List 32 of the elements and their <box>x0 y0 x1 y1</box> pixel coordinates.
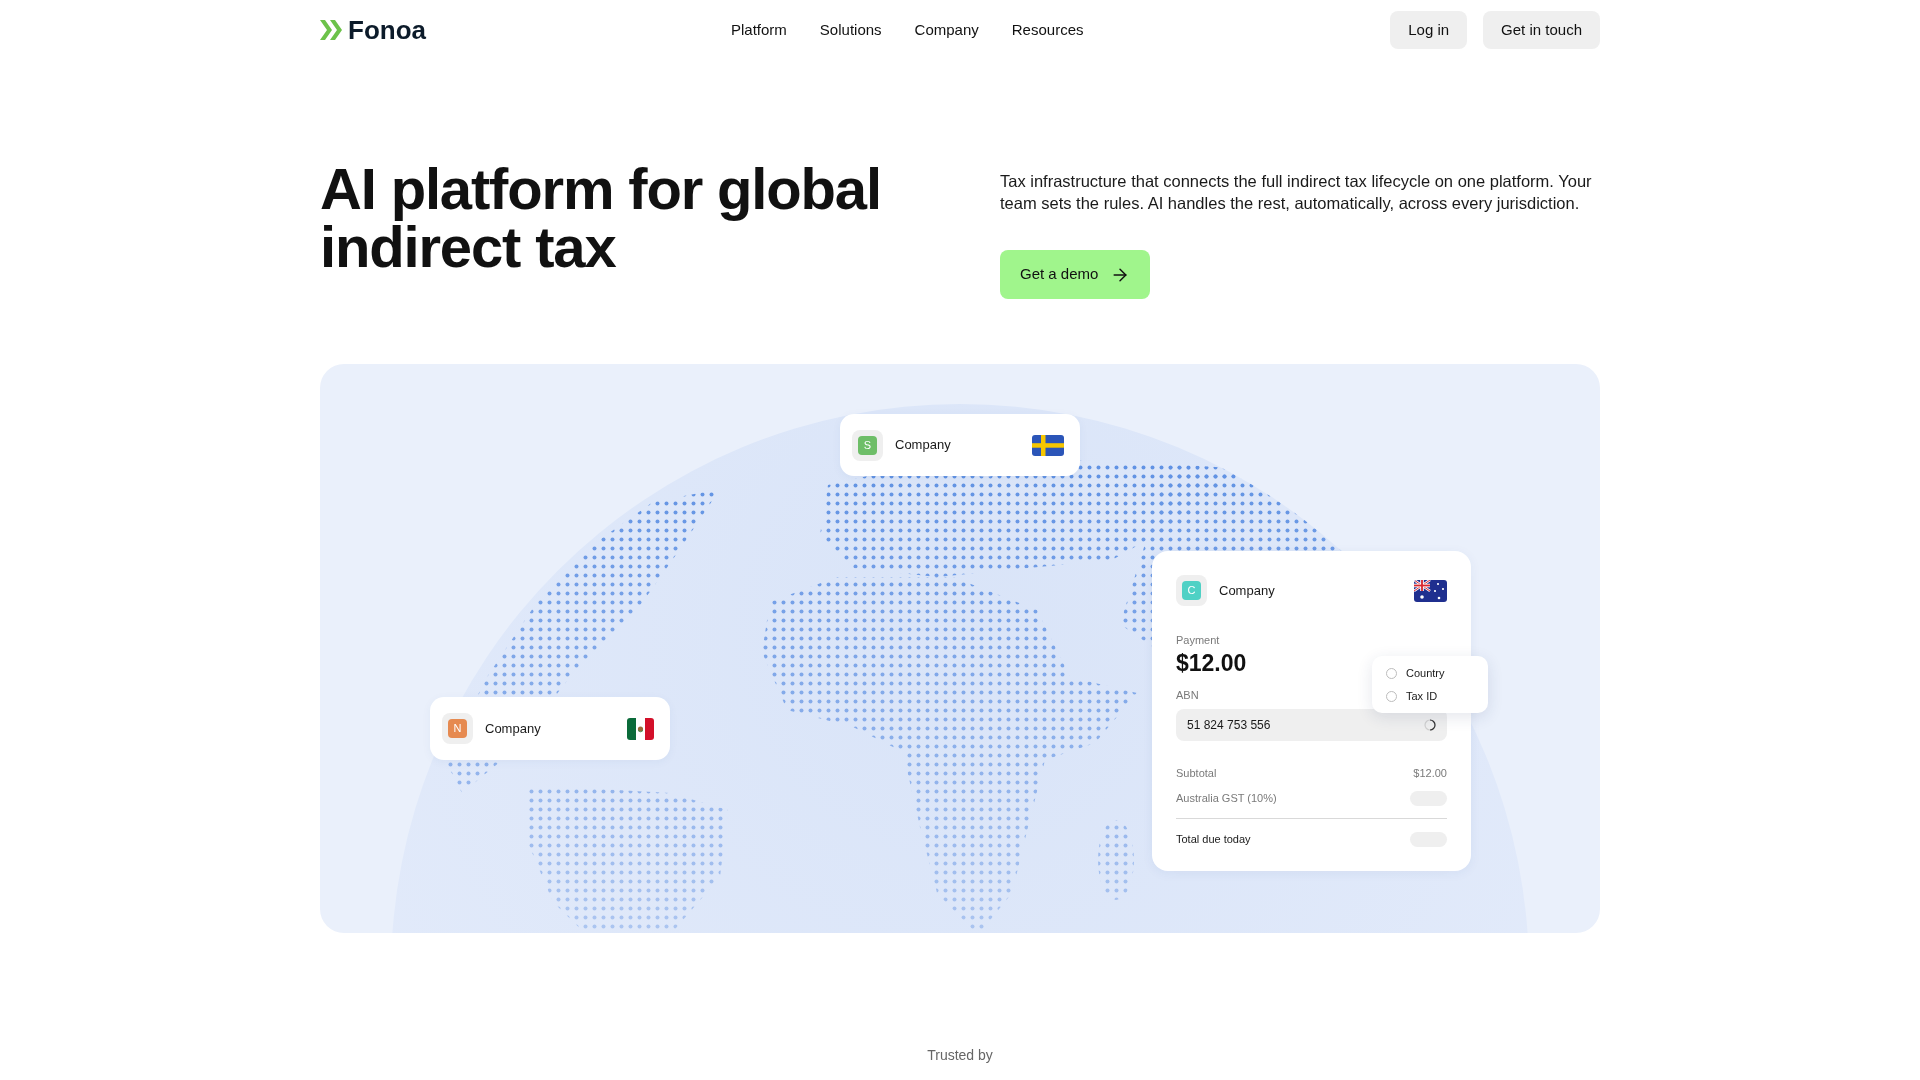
radio-option[interactable]: Tax ID <box>1386 689 1474 703</box>
payment-amount: $12.00 <box>1176 649 1247 677</box>
header-button[interactable]: Get in touch <box>1483 11 1600 49</box>
company-avatar: N <box>448 719 467 738</box>
abn-label: ABN <box>1176 688 1199 702</box>
nav-link[interactable]: Resources <box>1011 18 1084 42</box>
total-label: Total due today <box>1176 831 1251 847</box>
company-name: Company <box>485 719 541 738</box>
hero-title: AI platform for global indirect tax <box>320 160 882 281</box>
nav-link[interactable]: Platform <box>731 18 787 42</box>
payment-label: Payment <box>1176 633 1220 647</box>
line-label: Subtotal <box>1176 765 1217 781</box>
company-name: Company <box>1219 581 1275 600</box>
demo-button[interactable]: Get a demo <box>1000 250 1151 299</box>
home-logo-link[interactable]: Fonoa <box>320 17 426 43</box>
header-button[interactable]: Log in <box>1390 11 1468 49</box>
trusted-by-label: Trusted by <box>927 1046 993 1065</box>
nav-link[interactable]: Company <box>914 18 979 42</box>
sweden-flag-icon <box>1032 434 1064 456</box>
spinner-icon <box>1424 719 1436 731</box>
line-label: Australia GST (10%) <box>1176 790 1277 806</box>
hero-description: Tax infrastructure that connects the full indirect tax lifecycle on one platform. Your team sets the rules. AI handles the rest, automatically, across every jurisdiction. <box>1000 171 1593 214</box>
line-value: $12.00 <box>1413 765 1447 781</box>
company-name: Company <box>895 436 951 455</box>
radio-option[interactable]: Country <box>1386 666 1474 680</box>
australia-flag-icon <box>1414 579 1447 602</box>
abn-field[interactable]: 51 824 753 556 <box>1176 709 1447 741</box>
nav-link[interactable]: Solutions <box>819 18 882 42</box>
company-avatar: S <box>858 435 877 455</box>
mexico-flag-icon <box>627 717 654 740</box>
company-avatar: C <box>1182 581 1201 600</box>
double-chevron-icon <box>320 20 344 40</box>
